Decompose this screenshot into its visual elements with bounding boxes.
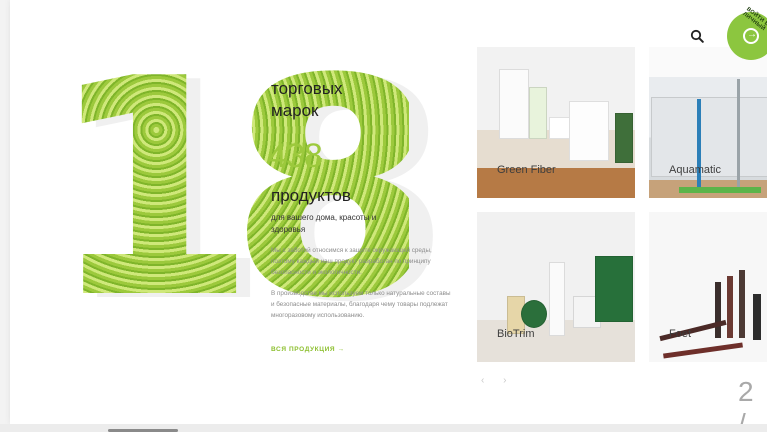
hero-subtitle: для вашего дома, красоты и здоровья <box>271 213 377 234</box>
brand-label-green-fiber: Green Fiber <box>497 164 556 176</box>
brand-label-biotrim: BioTrim <box>497 328 535 340</box>
search-icon[interactable] <box>690 29 704 43</box>
paragraph-materials: В производстве мы используем только нату… <box>271 290 451 319</box>
brand-label-foet: Foet <box>669 328 692 340</box>
brands-label: торговых марок <box>271 79 343 120</box>
brand-tile-green-fiber[interactable]: Green Fiber <box>477 47 635 198</box>
slide-pager: 2 / <box>738 376 754 424</box>
brand-tile-aquamatic[interactable]: Aquamatic <box>649 47 767 198</box>
page-section: 18 18 торговых марок 438 продуктов для в… <box>10 0 767 424</box>
login-arrow-icon: → <box>743 28 759 44</box>
brand-tile-foet[interactable]: Foet <box>649 212 767 362</box>
product-count: 438 <box>268 137 323 175</box>
brand-label-aquamatic: Aquamatic <box>669 164 721 176</box>
products-label: продуктов <box>271 186 351 205</box>
slider-prev-button[interactable]: ‹ <box>481 375 492 386</box>
paragraph-eco: Мы с заботой относимся к защите окружающ… <box>271 247 432 276</box>
all-products-link[interactable]: ВСЯ ПРОДУКЦИЯ → <box>271 346 345 353</box>
login-badge[interactable]: ВОЙТИ В ЛИЧНЫЙ → <box>727 6 767 60</box>
brand-tile-biotrim[interactable]: BioTrim <box>477 212 635 362</box>
slider-controls: ‹ › <box>481 375 514 386</box>
slider-next-button[interactable]: › <box>503 375 514 386</box>
